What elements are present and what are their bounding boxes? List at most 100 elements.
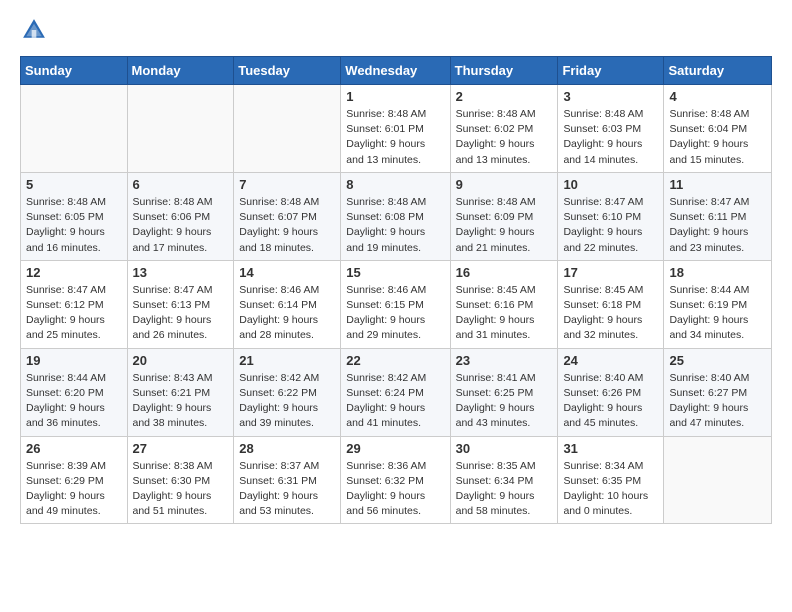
calendar-day-cell <box>21 85 128 173</box>
calendar-day-cell: 24 Sunrise: 8:40 AM Sunset: 6:26 PM Dayli… <box>558 348 664 436</box>
calendar-day-cell: 20 Sunrise: 8:43 AM Sunset: 6:21 PM Dayli… <box>127 348 234 436</box>
day-info: Sunrise: 8:45 AM Sunset: 6:16 PM Dayligh… <box>456 283 553 344</box>
day-number: 3 <box>563 89 658 104</box>
calendar-day-cell: 14 Sunrise: 8:46 AM Sunset: 6:14 PM Dayli… <box>234 260 341 348</box>
calendar-day-cell: 5 Sunrise: 8:48 AM Sunset: 6:05 PM Daylig… <box>21 172 128 260</box>
page: SundayMondayTuesdayWednesdayThursdayFrid… <box>0 0 792 544</box>
calendar-week-row: 26 Sunrise: 8:39 AM Sunset: 6:29 PM Dayli… <box>21 436 772 524</box>
calendar-day-cell: 29 Sunrise: 8:36 AM Sunset: 6:32 PM Dayli… <box>341 436 450 524</box>
weekday-header-monday: Monday <box>127 57 234 85</box>
day-info: Sunrise: 8:45 AM Sunset: 6:18 PM Dayligh… <box>563 283 658 344</box>
day-info: Sunrise: 8:40 AM Sunset: 6:27 PM Dayligh… <box>669 371 766 432</box>
calendar-day-cell: 17 Sunrise: 8:45 AM Sunset: 6:18 PM Dayli… <box>558 260 664 348</box>
day-number: 18 <box>669 265 766 280</box>
calendar-day-cell: 27Sunrise: 8:38 AM Sunset: 6:30 PM Dayli… <box>127 436 234 524</box>
calendar-day-cell: 30Sunrise: 8:35 AM Sunset: 6:34 PM Dayli… <box>450 436 558 524</box>
day-info: Sunrise: 8:46 AM Sunset: 6:15 PM Dayligh… <box>346 283 444 344</box>
day-number: 6 <box>133 177 229 192</box>
day-info: Sunrise: 8:34 AM Sunset: 6:35 PM Dayligh… <box>563 459 658 520</box>
day-number: 1 <box>346 89 444 104</box>
day-info: Sunrise: 8:48 AM Sunset: 6:04 PM Dayligh… <box>669 107 766 168</box>
calendar-day-cell: 8 Sunrise: 8:48 AM Sunset: 6:08 PM Daylig… <box>341 172 450 260</box>
day-number: 7 <box>239 177 335 192</box>
day-number: 25 <box>669 353 766 368</box>
day-info: Sunrise: 8:44 AM Sunset: 6:20 PM Dayligh… <box>26 371 122 432</box>
day-number: 31 <box>563 441 658 456</box>
day-number: 29 <box>346 441 444 456</box>
day-info: Sunrise: 8:43 AM Sunset: 6:21 PM Dayligh… <box>133 371 229 432</box>
day-info: Sunrise: 8:37 AM Sunset: 6:31 PM Dayligh… <box>239 459 335 520</box>
calendar-table: SundayMondayTuesdayWednesdayThursdayFrid… <box>20 56 772 524</box>
calendar-day-cell: 22 Sunrise: 8:42 AM Sunset: 6:24 PM Dayli… <box>341 348 450 436</box>
day-info: Sunrise: 8:41 AM Sunset: 6:25 PM Dayligh… <box>456 371 553 432</box>
day-info: Sunrise: 8:42 AM Sunset: 6:22 PM Dayligh… <box>239 371 335 432</box>
day-number: 15 <box>346 265 444 280</box>
day-number: 28 <box>239 441 335 456</box>
calendar-day-cell: 2 Sunrise: 8:48 AM Sunset: 6:02 PM Daylig… <box>450 85 558 173</box>
day-number: 27 <box>133 441 229 456</box>
day-info: Sunrise: 8:44 AM Sunset: 6:19 PM Dayligh… <box>669 283 766 344</box>
day-info: Sunrise: 8:48 AM Sunset: 6:06 PM Dayligh… <box>133 195 229 256</box>
calendar-day-cell: 7 Sunrise: 8:48 AM Sunset: 6:07 PM Daylig… <box>234 172 341 260</box>
calendar-day-cell: 31 Sunrise: 8:34 AM Sunset: 6:35 PM Dayli… <box>558 436 664 524</box>
day-info: Sunrise: 8:36 AM Sunset: 6:32 PM Dayligh… <box>346 459 444 520</box>
day-number: 11 <box>669 177 766 192</box>
calendar-day-cell: 25 Sunrise: 8:40 AM Sunset: 6:27 PM Dayli… <box>664 348 772 436</box>
calendar-day-cell: 18 Sunrise: 8:44 AM Sunset: 6:19 PM Dayli… <box>664 260 772 348</box>
day-number: 5 <box>26 177 122 192</box>
day-info: Sunrise: 8:47 AM Sunset: 6:12 PM Dayligh… <box>26 283 122 344</box>
day-number: 4 <box>669 89 766 104</box>
calendar-day-cell <box>234 85 341 173</box>
weekday-header-sunday: Sunday <box>21 57 128 85</box>
calendar-day-cell: 21 Sunrise: 8:42 AM Sunset: 6:22 PM Dayli… <box>234 348 341 436</box>
day-number: 16 <box>456 265 553 280</box>
day-number: 22 <box>346 353 444 368</box>
day-number: 20 <box>133 353 229 368</box>
day-number: 13 <box>133 265 229 280</box>
calendar-day-cell: 15 Sunrise: 8:46 AM Sunset: 6:15 PM Dayli… <box>341 260 450 348</box>
day-number: 24 <box>563 353 658 368</box>
day-info: Sunrise: 8:48 AM Sunset: 6:01 PM Dayligh… <box>346 107 444 168</box>
day-info: Sunrise: 8:39 AM Sunset: 6:29 PM Dayligh… <box>26 459 122 520</box>
header <box>20 16 772 44</box>
day-info: Sunrise: 8:48 AM Sunset: 6:09 PM Dayligh… <box>456 195 553 256</box>
day-info: Sunrise: 8:48 AM Sunset: 6:08 PM Dayligh… <box>346 195 444 256</box>
calendar-day-cell: 10 Sunrise: 8:47 AM Sunset: 6:10 PM Dayli… <box>558 172 664 260</box>
weekday-header-row: SundayMondayTuesdayWednesdayThursdayFrid… <box>21 57 772 85</box>
day-info: Sunrise: 8:47 AM Sunset: 6:13 PM Dayligh… <box>133 283 229 344</box>
calendar-day-cell: 13 Sunrise: 8:47 AM Sunset: 6:13 PM Dayli… <box>127 260 234 348</box>
calendar-day-cell: 23 Sunrise: 8:41 AM Sunset: 6:25 PM Dayli… <box>450 348 558 436</box>
logo-icon <box>20 16 48 44</box>
day-number: 12 <box>26 265 122 280</box>
day-number: 21 <box>239 353 335 368</box>
day-number: 26 <box>26 441 122 456</box>
day-info: Sunrise: 8:48 AM Sunset: 6:02 PM Dayligh… <box>456 107 553 168</box>
calendar-day-cell <box>127 85 234 173</box>
day-info: Sunrise: 8:47 AM Sunset: 6:11 PM Dayligh… <box>669 195 766 256</box>
day-info: Sunrise: 8:46 AM Sunset: 6:14 PM Dayligh… <box>239 283 335 344</box>
day-info: Sunrise: 8:48 AM Sunset: 6:07 PM Dayligh… <box>239 195 335 256</box>
calendar-day-cell: 28 Sunrise: 8:37 AM Sunset: 6:31 PM Dayli… <box>234 436 341 524</box>
day-info: Sunrise: 8:48 AM Sunset: 6:03 PM Dayligh… <box>563 107 658 168</box>
day-number: 8 <box>346 177 444 192</box>
calendar-day-cell: 26 Sunrise: 8:39 AM Sunset: 6:29 PM Dayli… <box>21 436 128 524</box>
calendar-day-cell: 6 Sunrise: 8:48 AM Sunset: 6:06 PM Daylig… <box>127 172 234 260</box>
day-info: Sunrise: 8:48 AM Sunset: 6:05 PM Dayligh… <box>26 195 122 256</box>
day-number: 17 <box>563 265 658 280</box>
day-info: Sunrise: 8:40 AM Sunset: 6:26 PM Dayligh… <box>563 371 658 432</box>
calendar-week-row: 19Sunrise: 8:44 AM Sunset: 6:20 PM Dayli… <box>21 348 772 436</box>
day-number: 23 <box>456 353 553 368</box>
calendar-day-cell: 3 Sunrise: 8:48 AM Sunset: 6:03 PM Daylig… <box>558 85 664 173</box>
weekday-header-friday: Friday <box>558 57 664 85</box>
day-number: 2 <box>456 89 553 104</box>
day-number: 9 <box>456 177 553 192</box>
calendar-day-cell: 9 Sunrise: 8:48 AM Sunset: 6:09 PM Daylig… <box>450 172 558 260</box>
calendar-day-cell: 12 Sunrise: 8:47 AM Sunset: 6:12 PM Dayli… <box>21 260 128 348</box>
day-info: Sunrise: 8:47 AM Sunset: 6:10 PM Dayligh… <box>563 195 658 256</box>
day-info: Sunrise: 8:42 AM Sunset: 6:24 PM Dayligh… <box>346 371 444 432</box>
weekday-header-wednesday: Wednesday <box>341 57 450 85</box>
calendar-week-row: 12 Sunrise: 8:47 AM Sunset: 6:12 PM Dayli… <box>21 260 772 348</box>
calendar-week-row: 1 Sunrise: 8:48 AM Sunset: 6:01 PM Daylig… <box>21 85 772 173</box>
day-number: 10 <box>563 177 658 192</box>
day-number: 14 <box>239 265 335 280</box>
